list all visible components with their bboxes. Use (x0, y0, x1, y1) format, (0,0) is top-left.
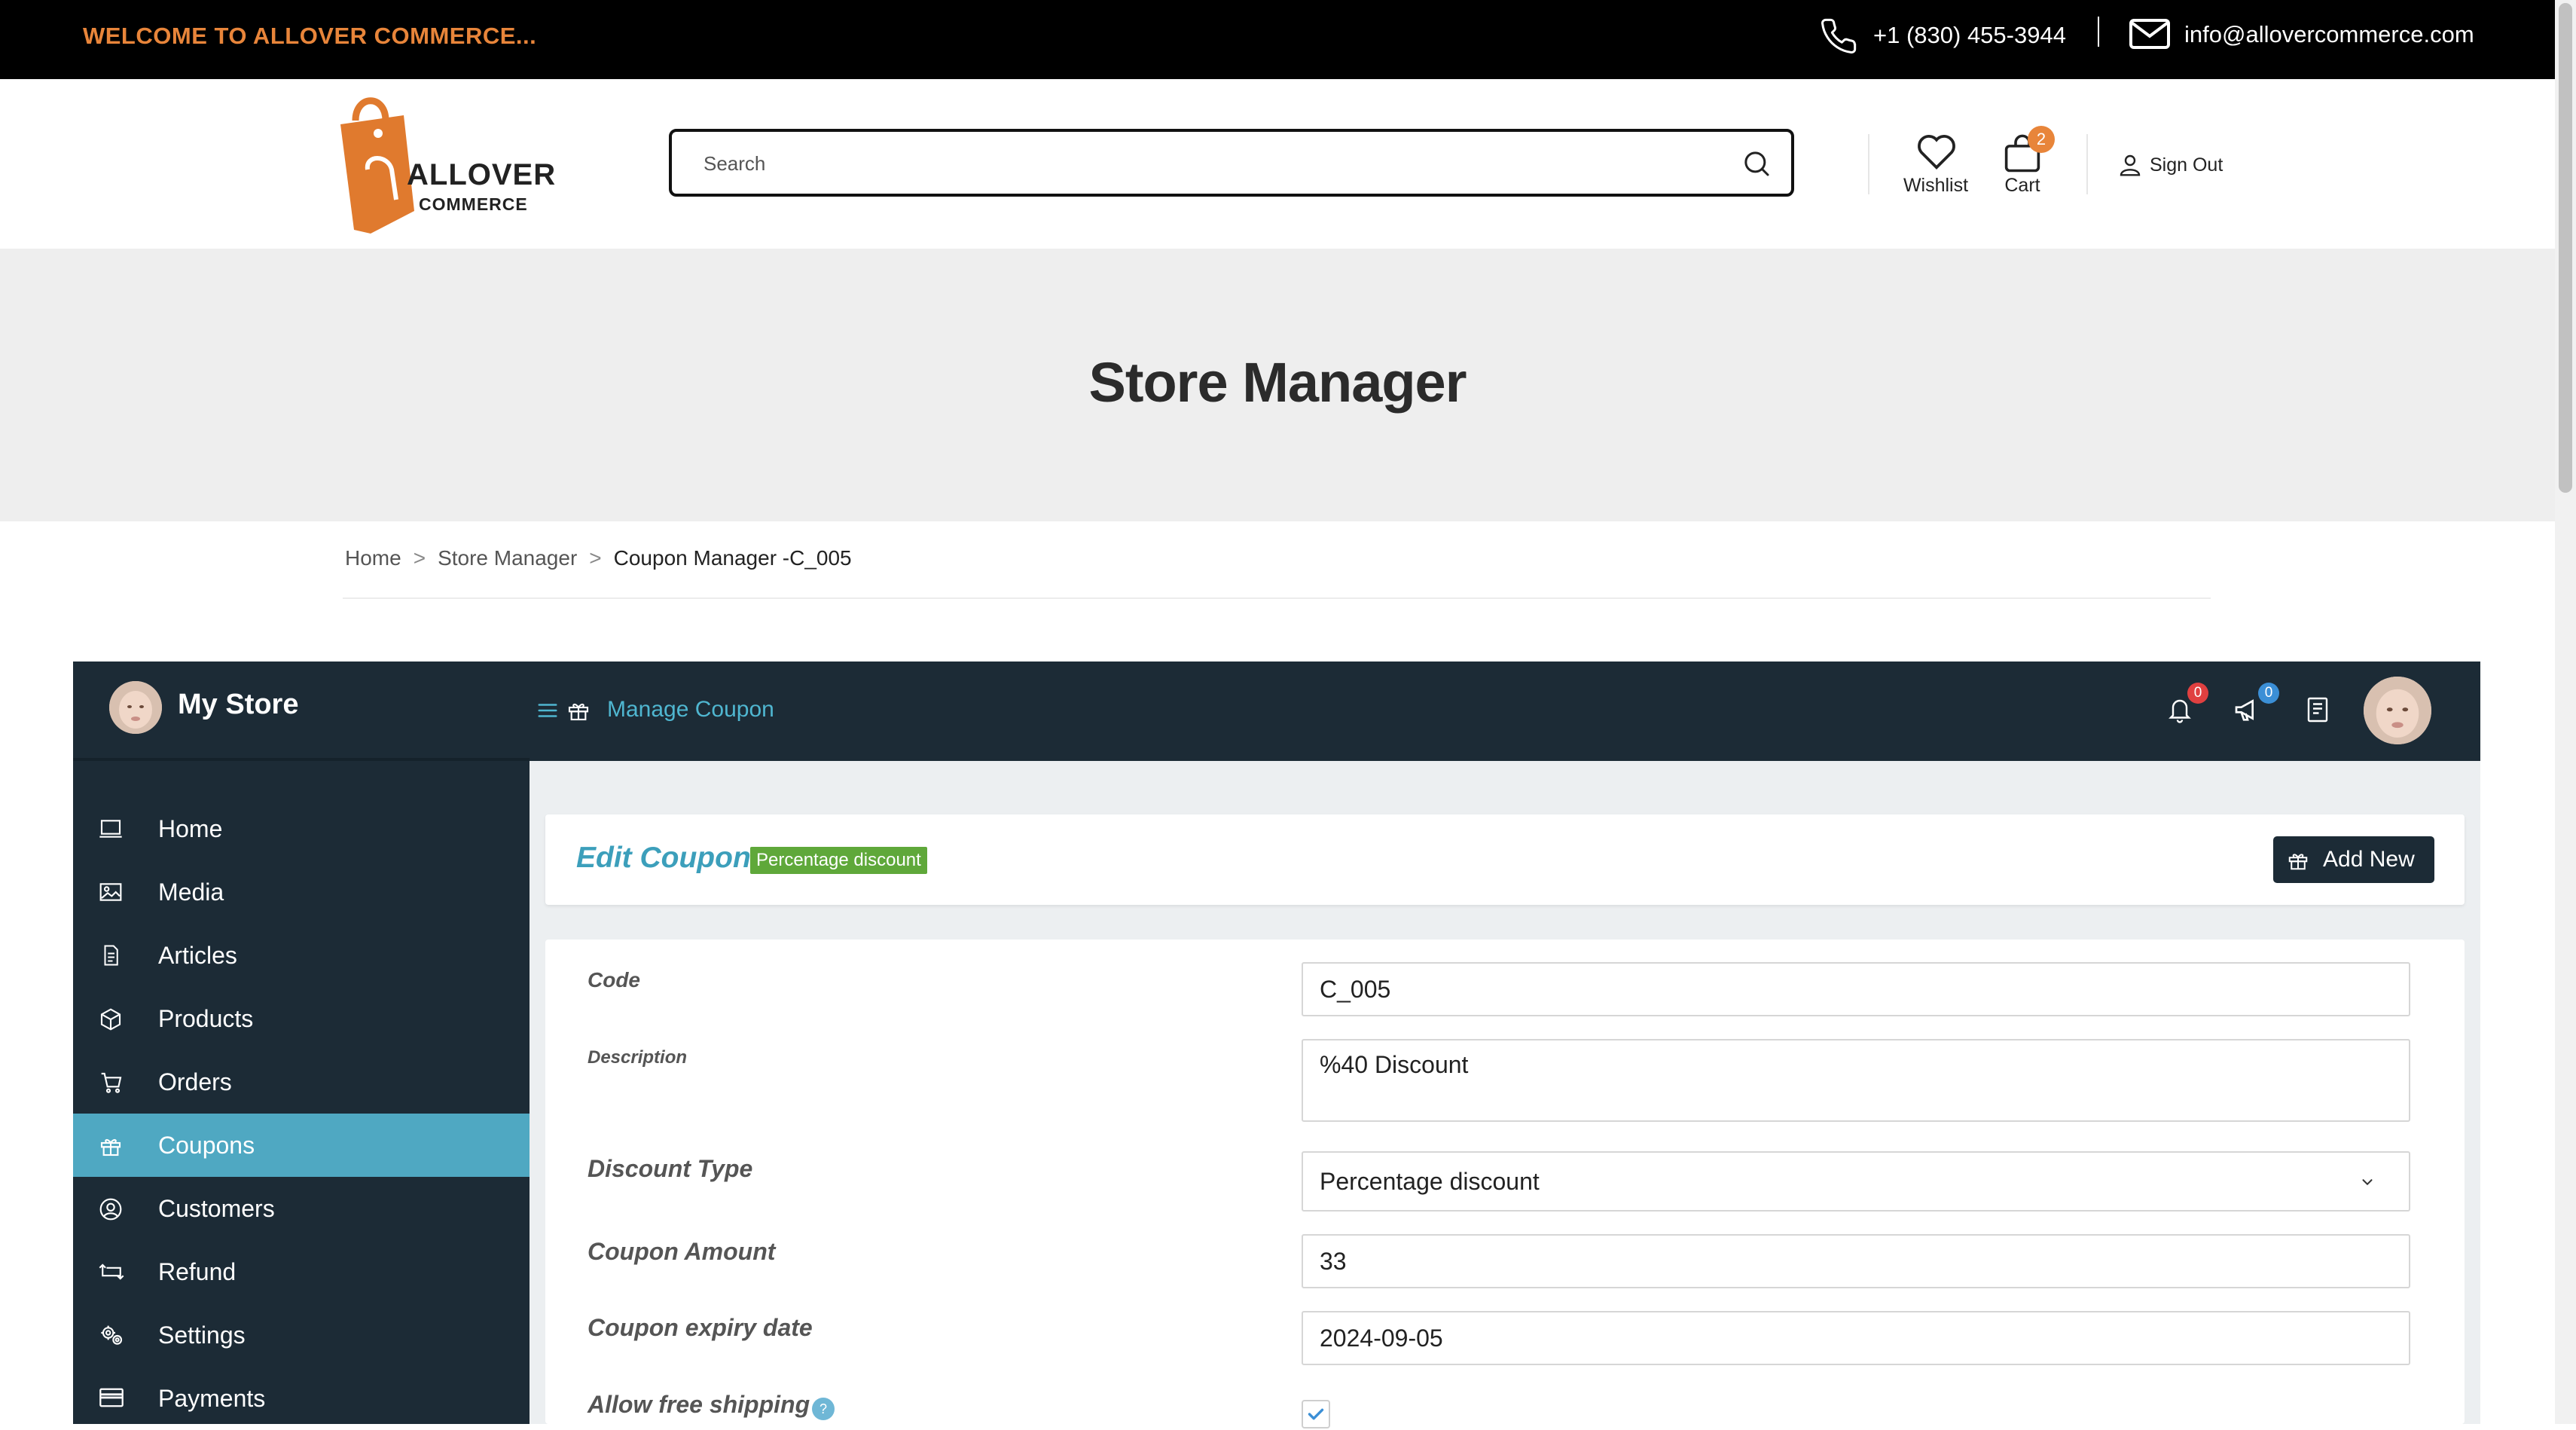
sidebar-item-label: Coupons (158, 1132, 255, 1159)
free-shipping-label: Allow free shipping (588, 1391, 810, 1418)
sidebar-item-label: Home (158, 815, 223, 842)
search-icon[interactable] (1741, 148, 1772, 179)
sidebar-item-settings[interactable]: Settings (73, 1303, 530, 1367)
discount-type-value: Percentage discount (1320, 1168, 1540, 1195)
sidebar-item-media[interactable]: Media (73, 860, 530, 924)
header-divider (2086, 134, 2088, 194)
notifications-badge: 0 (2187, 683, 2208, 704)
free-shipping-checkbox[interactable] (1302, 1400, 1330, 1428)
monitor-icon (99, 817, 123, 840)
coupon-expiry-label: Coupon expiry date (588, 1314, 813, 1341)
breadcrumb-home[interactable]: Home (345, 546, 401, 570)
page-title: Store Manager (1088, 351, 1467, 414)
user-avatar[interactable] (2364, 677, 2431, 744)
checkmark-icon (1308, 1408, 1324, 1420)
sidebar-item-label: Articles (158, 942, 237, 969)
sidebar-item-label: Settings (158, 1322, 246, 1349)
dashboard-sidebar: Home Media Articles Products Orders Coup… (73, 761, 530, 1424)
sidebar-item-label: Products (158, 1005, 254, 1032)
wishlist-label: Wishlist (1903, 175, 1969, 196)
store-name[interactable]: My Store (178, 689, 298, 721)
dashboard-header (73, 662, 2480, 761)
coupon-type-badge: Percentage discount (750, 847, 927, 874)
search-input[interactable] (702, 147, 1684, 180)
user-circle-icon (99, 1197, 123, 1221)
welcome-message: WELCOME TO ALLOVER COMMERCE... (83, 23, 537, 49)
knowledgebase-icon[interactable] (2305, 696, 2330, 723)
code-label: Code (588, 968, 640, 992)
user-icon (2118, 152, 2142, 178)
section-title: Manage Coupon (607, 697, 774, 722)
credit-card-icon (99, 1387, 124, 1408)
breadcrumb-divider (343, 597, 2211, 599)
gift-icon (2287, 849, 2309, 872)
coupon-amount-input[interactable] (1302, 1234, 2410, 1288)
wishlist-button[interactable]: Wishlist (1891, 132, 1981, 200)
sidebar-item-payments[interactable]: Payments (73, 1367, 530, 1430)
sidebar-item-home[interactable]: Home (73, 797, 530, 860)
breadcrumb-current: Coupon Manager -C_005 (613, 546, 852, 570)
sidebar-item-products[interactable]: Products (73, 987, 530, 1050)
logo-wordmark: ALLOVER (407, 158, 557, 191)
hamburger-menu-icon[interactable] (536, 699, 559, 722)
sidebar-item-label: Customers (158, 1195, 275, 1222)
sidebar-item-articles[interactable]: Articles (73, 924, 530, 987)
header-divider (1868, 134, 1869, 194)
logo-subtitle: COMMERCE (419, 194, 528, 214)
gift-icon (99, 1134, 123, 1158)
image-icon (99, 881, 123, 903)
store-avatar[interactable] (109, 681, 162, 734)
description-textarea[interactable]: %40 Discount (1302, 1039, 2410, 1122)
breadcrumb-store-manager[interactable]: Store Manager (438, 546, 577, 570)
scrollbar-thumb[interactable] (2559, 3, 2572, 493)
coupon-expiry-input[interactable] (1302, 1311, 2410, 1365)
add-new-button[interactable]: Add New (2273, 836, 2434, 883)
phone-icon (1819, 15, 1858, 57)
sidebar-item-coupons[interactable]: Coupons (73, 1114, 530, 1177)
heart-icon (1915, 132, 1958, 171)
sidebar-item-label: Orders (158, 1068, 232, 1095)
code-input[interactable] (1302, 962, 2410, 1016)
cart-count-badge: 2 (2028, 126, 2055, 153)
refund-icon (99, 1260, 124, 1283)
mail-icon (2129, 18, 2171, 50)
search-box[interactable] (669, 129, 1794, 197)
megaphone-icon[interactable] (2233, 695, 2263, 725)
sidebar-item-refund[interactable]: Refund (73, 1240, 530, 1303)
sidebar-item-label: Media (158, 878, 224, 906)
site-logo[interactable] (331, 87, 414, 237)
sidebar-item-customers[interactable]: Customers (73, 1177, 530, 1240)
chevron-down-icon (2358, 1174, 2377, 1190)
edit-coupon-title: Edit Coupon (576, 842, 751, 874)
sign-out-label: Sign Out (2150, 154, 2223, 176)
sidebar-item-orders[interactable]: Orders (73, 1050, 530, 1114)
breadcrumb-separator: > (413, 546, 426, 570)
cart-icon (99, 1071, 124, 1095)
gears-icon (99, 1324, 126, 1348)
email-link[interactable]: info@allovercommerce.com (2184, 21, 2474, 48)
document-icon (99, 944, 123, 967)
description-label: Description (588, 1047, 688, 1068)
announcements-badge: 0 (2258, 683, 2279, 704)
discount-type-label: Discount Type (588, 1155, 753, 1182)
help-icon[interactable]: ? (812, 1398, 835, 1420)
breadcrumb-separator: > (589, 546, 602, 570)
sidebar-item-label: Payments (158, 1385, 266, 1412)
cube-icon (99, 1007, 123, 1031)
discount-type-select[interactable]: Percentage discount (1302, 1151, 2410, 1212)
phone-number-link[interactable]: +1 (830) 455-3944 (1873, 22, 2066, 49)
cart-label: Cart (2004, 175, 2040, 196)
add-new-label: Add New (2323, 847, 2415, 872)
sidebar-item-label: Refund (158, 1258, 237, 1285)
breadcrumb: Home > Store Manager > Coupon Manager -C_005 (345, 546, 852, 570)
topbar-divider (2098, 17, 2099, 47)
gift-icon (566, 698, 591, 723)
coupon-amount-label: Coupon Amount (588, 1238, 776, 1265)
